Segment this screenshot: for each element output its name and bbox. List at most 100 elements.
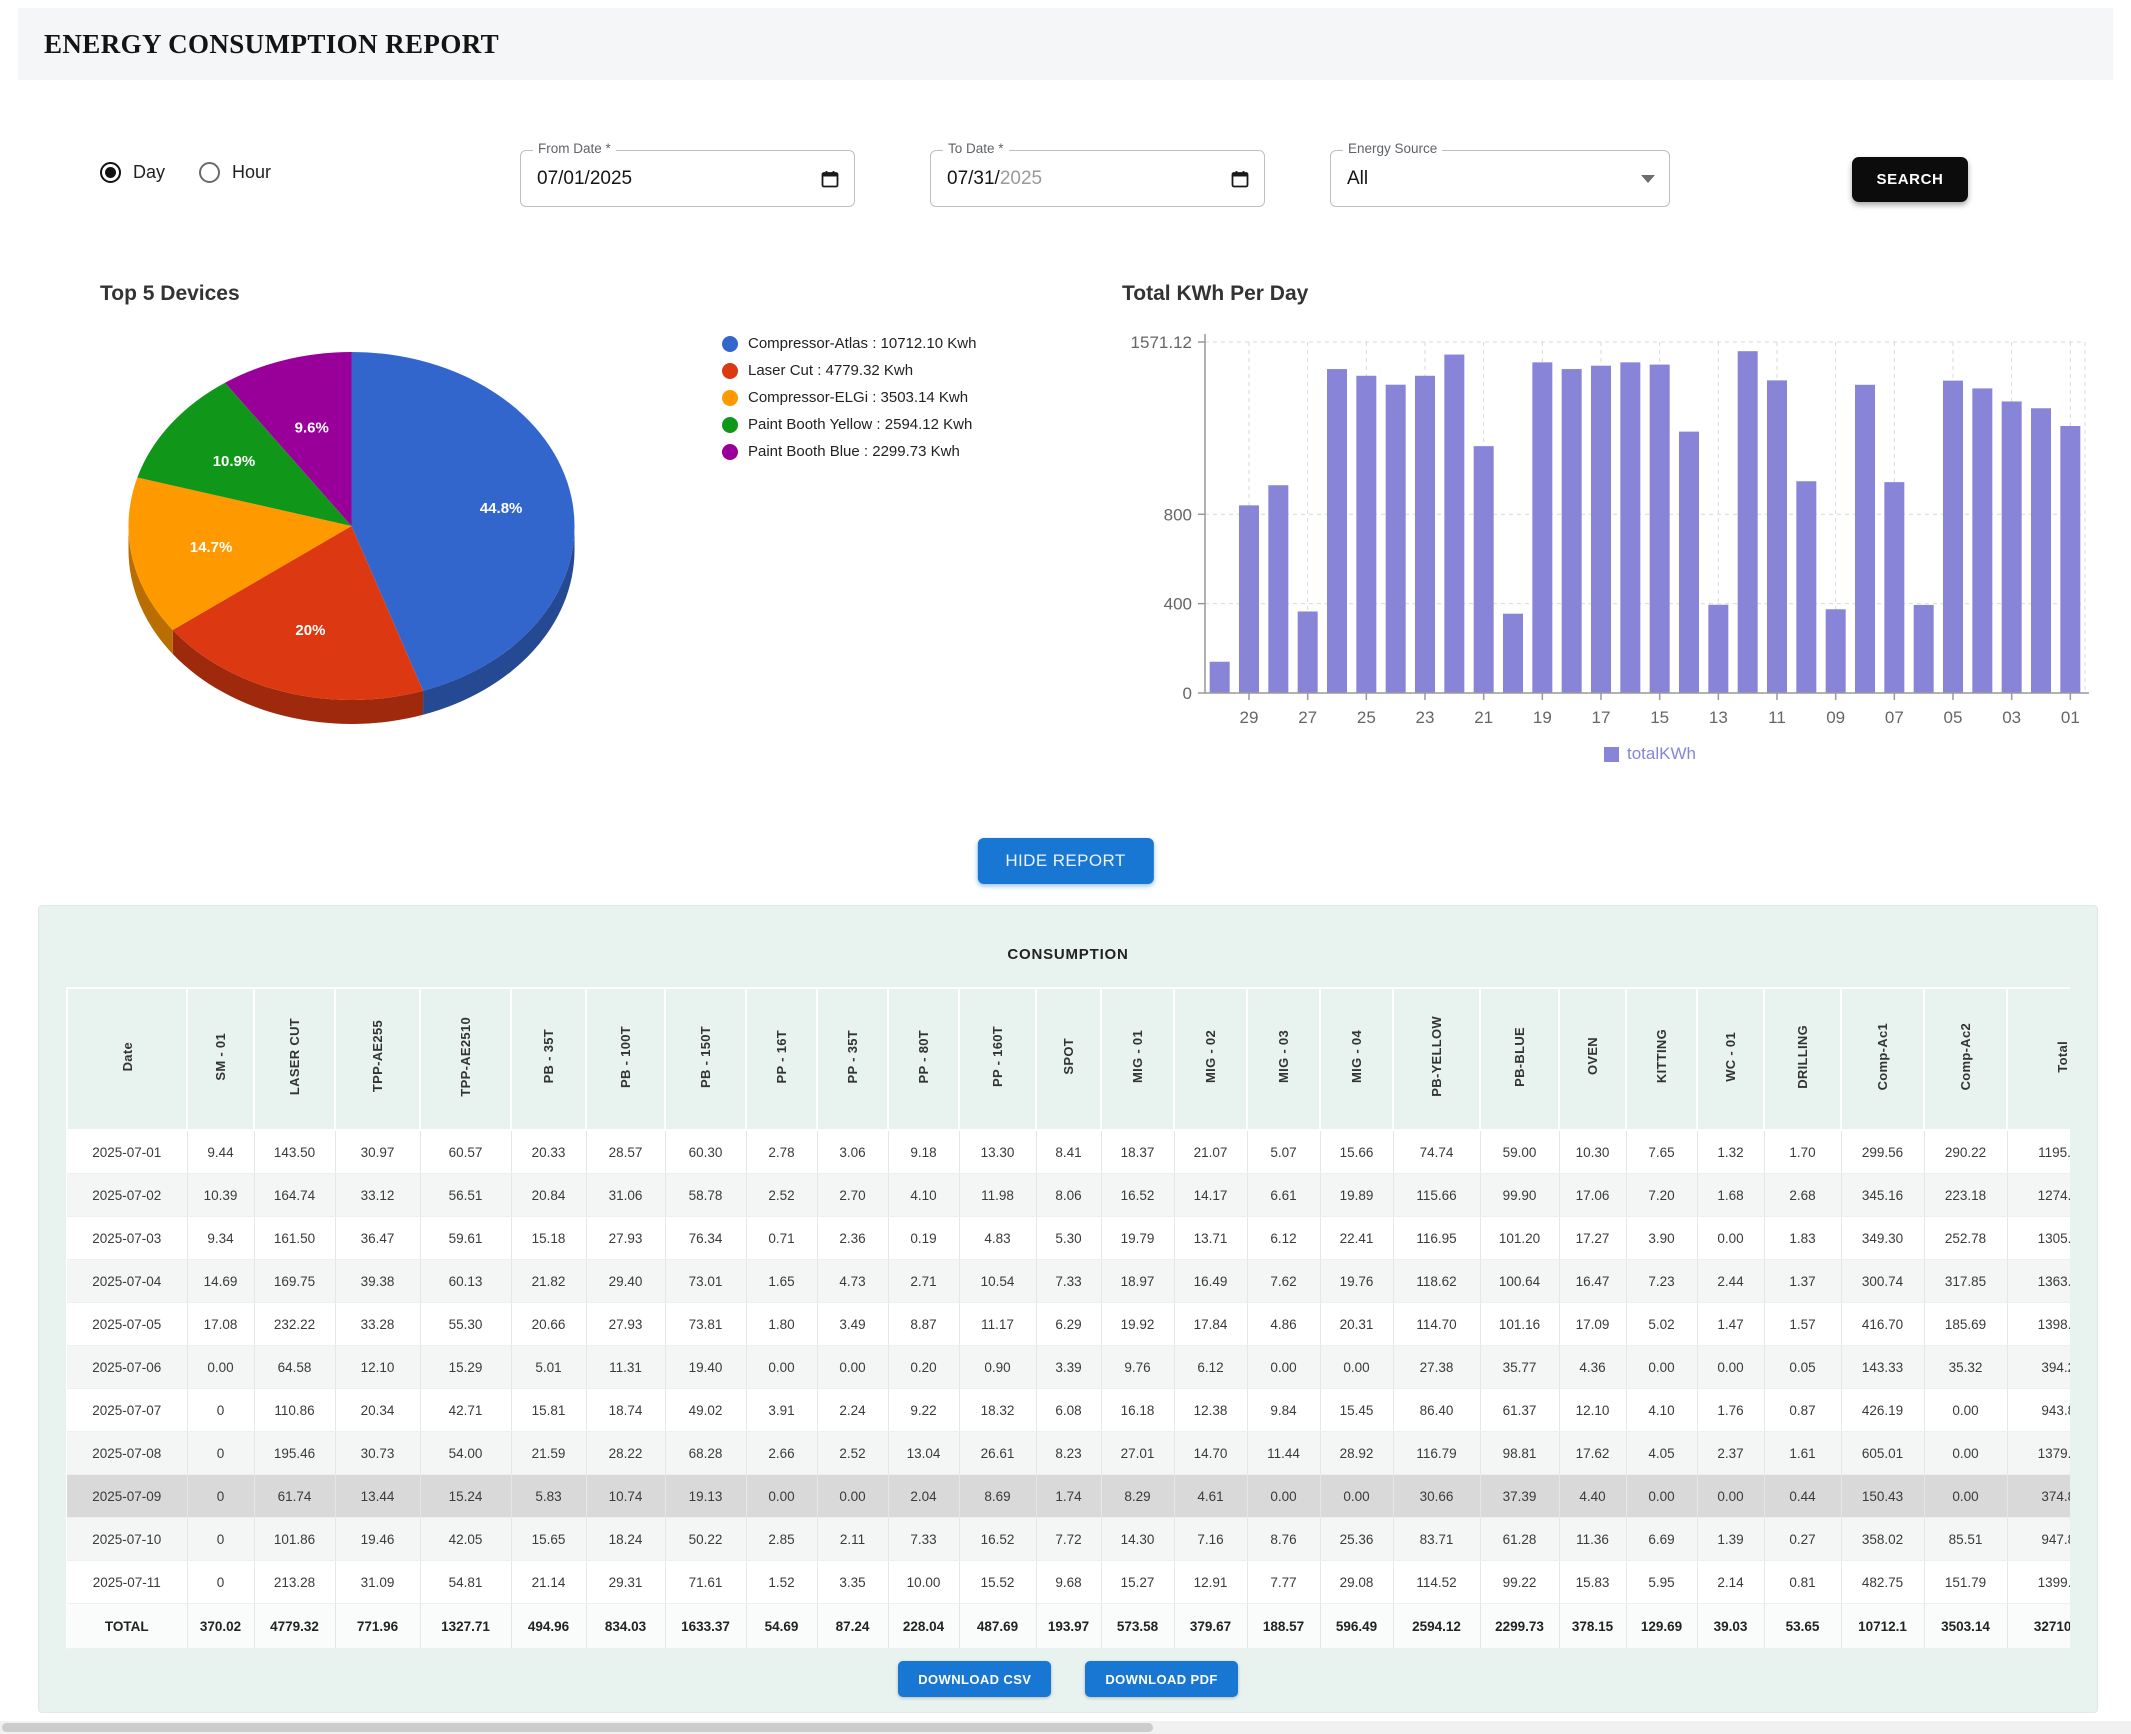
table-row: 2025-07-110213.2831.0954.8121.1429.3171.… bbox=[67, 1561, 2070, 1604]
value-cell: 195.46 bbox=[254, 1432, 335, 1475]
value-cell: 85.51 bbox=[1924, 1518, 2007, 1561]
bar-chart-title: Total KWh Per Day bbox=[1122, 282, 1308, 306]
column-header: PB-BLUE bbox=[1480, 988, 1559, 1130]
total-value-cell: 54.69 bbox=[746, 1604, 817, 1649]
pie-slice-label: 9.6% bbox=[295, 419, 329, 436]
value-cell: 28.57 bbox=[586, 1130, 665, 1174]
download-pdf-button[interactable]: DOWNLOAD PDF bbox=[1085, 1661, 1237, 1697]
value-cell: 61.28 bbox=[1480, 1518, 1559, 1561]
download-csv-button[interactable]: DOWNLOAD CSV bbox=[898, 1661, 1051, 1697]
value-cell: 21.59 bbox=[511, 1432, 586, 1475]
value-cell: 12.10 bbox=[335, 1346, 420, 1389]
bar bbox=[1444, 355, 1464, 693]
column-header-label: Total bbox=[2055, 1041, 2070, 1073]
bar bbox=[2060, 426, 2080, 693]
radio-day[interactable]: Day bbox=[100, 162, 165, 183]
value-cell: 5.02 bbox=[1626, 1303, 1697, 1346]
column-header-label: PP - 35T bbox=[845, 1030, 860, 1083]
total-value-cell: 494.96 bbox=[511, 1604, 586, 1649]
search-button[interactable]: SEARCH bbox=[1852, 157, 1968, 202]
table-header-row: DateSM - 01LASER CUTTPP-AE255TPP-AE2510P… bbox=[67, 988, 2070, 1130]
radio-unselected-icon[interactable] bbox=[199, 162, 220, 183]
radio-selected-icon[interactable] bbox=[100, 162, 121, 183]
value-cell: 1.65 bbox=[746, 1260, 817, 1303]
value-cell: 49.02 bbox=[665, 1389, 746, 1432]
value-cell: 12.91 bbox=[1174, 1561, 1247, 1604]
radio-hour[interactable]: Hour bbox=[199, 162, 271, 183]
row-total-cell: 943.89 bbox=[2007, 1389, 2070, 1432]
column-header-label: SPOT bbox=[1061, 1038, 1076, 1075]
value-cell: 185.69 bbox=[1924, 1303, 2007, 1346]
value-cell: 3.90 bbox=[1626, 1217, 1697, 1260]
legend-item: Compressor-ELGi : 3503.14 Kwh bbox=[722, 384, 976, 411]
calendar-icon[interactable] bbox=[1230, 169, 1250, 189]
value-cell: 19.13 bbox=[665, 1475, 746, 1518]
value-cell: 3.35 bbox=[817, 1561, 888, 1604]
value-cell: 1.39 bbox=[1697, 1518, 1764, 1561]
value-cell: 14.30 bbox=[1101, 1518, 1174, 1561]
value-cell: 2.11 bbox=[817, 1518, 888, 1561]
value-cell: 9.22 bbox=[888, 1389, 959, 1432]
x-axis-tick-label: 15 bbox=[1650, 708, 1669, 727]
value-cell: 1.61 bbox=[1764, 1432, 1841, 1475]
value-cell: 4.86 bbox=[1247, 1303, 1320, 1346]
value-cell: 15.65 bbox=[511, 1518, 586, 1561]
value-cell: 18.74 bbox=[586, 1389, 665, 1432]
column-header: OVEN bbox=[1559, 988, 1626, 1130]
value-cell: 18.24 bbox=[586, 1518, 665, 1561]
value-cell: 11.31 bbox=[586, 1346, 665, 1389]
value-cell: 11.17 bbox=[959, 1303, 1036, 1346]
value-cell: 7.65 bbox=[1626, 1130, 1697, 1174]
header-bar: ENERGY CONSUMPTION REPORT bbox=[18, 8, 2113, 80]
value-cell: 426.19 bbox=[1841, 1389, 1924, 1432]
bar bbox=[1503, 614, 1523, 693]
value-cell: 164.74 bbox=[254, 1174, 335, 1217]
chevron-down-icon[interactable] bbox=[1641, 175, 1655, 183]
value-cell: 0.00 bbox=[1697, 1217, 1764, 1260]
value-cell: 8.76 bbox=[1247, 1518, 1320, 1561]
hide-report-button[interactable]: HIDE REPORT bbox=[977, 838, 1153, 884]
value-cell: 213.28 bbox=[254, 1561, 335, 1604]
calendar-icon[interactable] bbox=[820, 169, 840, 189]
bar bbox=[2002, 401, 2022, 693]
pie-slice-label: 20% bbox=[295, 622, 325, 639]
value-cell: 0.00 bbox=[817, 1346, 888, 1389]
bar bbox=[1268, 485, 1288, 693]
x-axis-tick-label: 07 bbox=[1885, 708, 1904, 727]
legend-swatch-icon bbox=[1604, 747, 1619, 762]
value-cell: 1.57 bbox=[1764, 1303, 1841, 1346]
energy-source-select[interactable]: Energy Source All bbox=[1330, 150, 1670, 207]
value-cell: 61.37 bbox=[1480, 1389, 1559, 1432]
value-cell: 116.95 bbox=[1393, 1217, 1480, 1260]
value-cell: 6.69 bbox=[1626, 1518, 1697, 1561]
value-cell: 8.06 bbox=[1036, 1174, 1101, 1217]
horizontal-scrollbar[interactable] bbox=[0, 1721, 2131, 1734]
date-cell: 2025-07-07 bbox=[67, 1389, 187, 1432]
value-cell: 2.85 bbox=[746, 1518, 817, 1561]
value-cell: 71.61 bbox=[665, 1561, 746, 1604]
to-date-label: To Date * bbox=[943, 141, 1009, 156]
value-cell: 17.62 bbox=[1559, 1432, 1626, 1475]
column-header: KITTING bbox=[1626, 988, 1697, 1130]
date-cell: 2025-07-10 bbox=[67, 1518, 187, 1561]
value-cell: 56.51 bbox=[420, 1174, 511, 1217]
value-cell: 2.04 bbox=[888, 1475, 959, 1518]
from-date-input[interactable]: From Date * 07/01/2025 bbox=[520, 150, 855, 207]
scrollbar-thumb[interactable] bbox=[2, 1723, 1153, 1732]
value-cell: 15.24 bbox=[420, 1475, 511, 1518]
value-cell: 4.05 bbox=[1626, 1432, 1697, 1475]
column-header: PP - 16T bbox=[746, 988, 817, 1130]
value-cell: 9.34 bbox=[187, 1217, 254, 1260]
legend-item: Paint Booth Yellow : 2594.12 Kwh bbox=[722, 411, 976, 438]
total-value-cell: 596.49 bbox=[1320, 1604, 1393, 1649]
to-date-input[interactable]: To Date * 07/31/2025 bbox=[930, 150, 1265, 207]
value-cell: 110.86 bbox=[254, 1389, 335, 1432]
value-cell: 0.00 bbox=[1626, 1475, 1697, 1518]
bar bbox=[1620, 362, 1640, 693]
value-cell: 16.52 bbox=[1101, 1174, 1174, 1217]
value-cell: 13.44 bbox=[335, 1475, 420, 1518]
row-total-cell: 374.81 bbox=[2007, 1475, 2070, 1518]
value-cell: 1.76 bbox=[1697, 1389, 1764, 1432]
consumption-table-scroll-area[interactable]: DateSM - 01LASER CUTTPP-AE255TPP-AE2510P… bbox=[66, 987, 2070, 1649]
value-cell: 114.70 bbox=[1393, 1303, 1480, 1346]
